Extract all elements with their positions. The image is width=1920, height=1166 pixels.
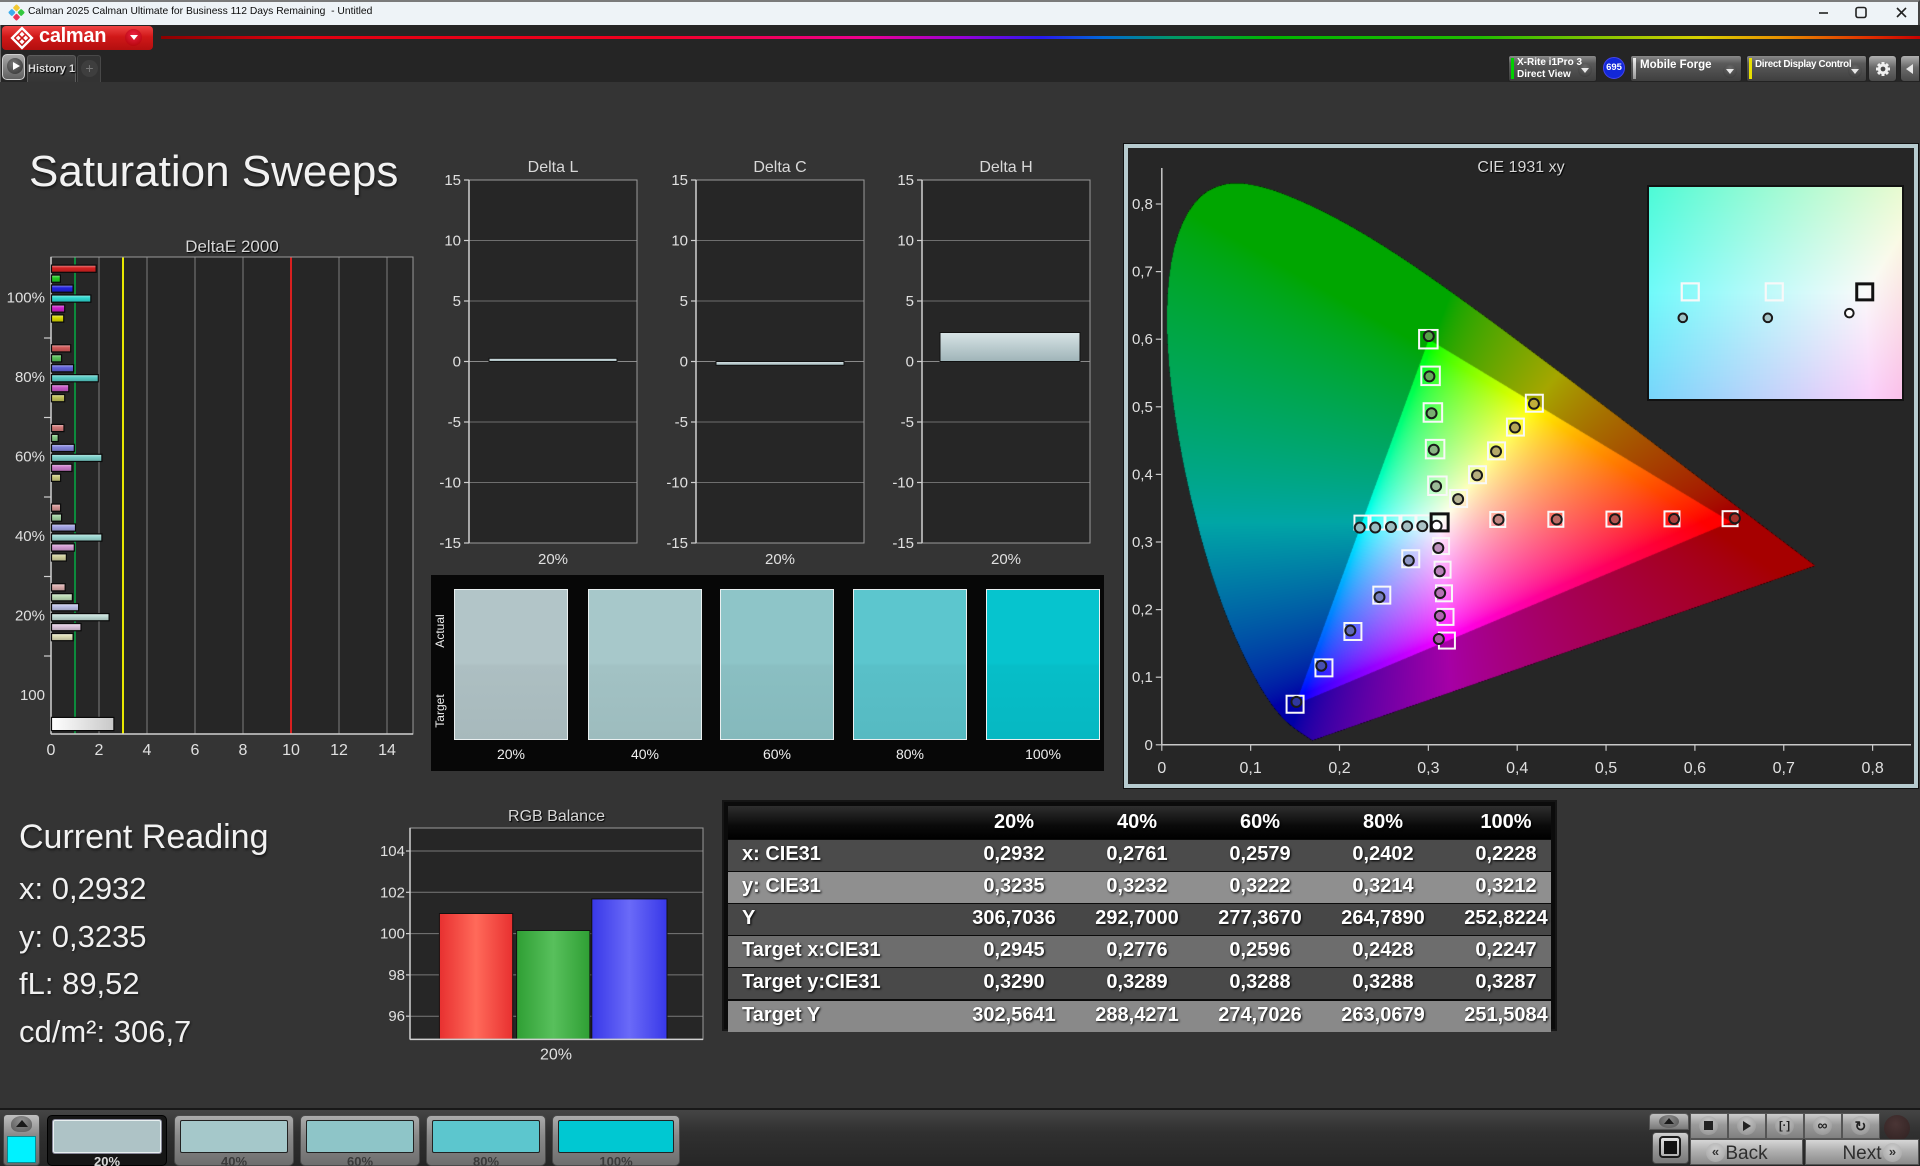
svg-text:100: 100 [380,926,405,943]
svg-text:Delta L: Delta L [528,160,579,176]
svg-text:0,1: 0,1 [1240,760,1262,777]
svg-text:14: 14 [378,742,396,759]
svg-text:0,2: 0,2 [1132,602,1153,619]
svg-text:0,5: 0,5 [1595,760,1617,777]
svg-text:0,2: 0,2 [1328,760,1350,777]
svg-text:0: 0 [680,354,688,371]
svg-text:Delta H: Delta H [979,160,1032,176]
svg-text:0: 0 [47,742,56,759]
svg-text:-5: -5 [901,414,914,431]
svg-text:2: 2 [95,742,104,759]
svg-text:0,5: 0,5 [1132,399,1153,416]
svg-text:15: 15 [671,172,688,189]
svg-text:0,7: 0,7 [1773,760,1795,777]
svg-text:10: 10 [444,233,461,250]
svg-text:-10: -10 [666,475,688,492]
svg-text:-15: -15 [892,535,914,552]
svg-text:10: 10 [282,742,300,759]
svg-text:10: 10 [671,233,688,250]
svg-text:5: 5 [453,293,461,310]
svg-text:10: 10 [897,233,914,250]
svg-text:Delta C: Delta C [753,160,806,176]
svg-text:100: 100 [20,687,45,704]
svg-text:0: 0 [1157,760,1166,777]
svg-text:0: 0 [906,354,914,371]
svg-text:98: 98 [388,967,405,984]
svg-text:0,7: 0,7 [1132,264,1153,281]
svg-text:5: 5 [680,293,688,310]
svg-text:102: 102 [380,884,405,901]
svg-text:-15: -15 [666,535,688,552]
svg-text:80%: 80% [15,369,45,386]
svg-text:96: 96 [388,1008,405,1025]
svg-text:15: 15 [444,172,461,189]
svg-text:20%: 20% [540,1046,572,1063]
svg-text:0,4: 0,4 [1506,760,1528,777]
svg-text:-5: -5 [448,414,461,431]
svg-text:-10: -10 [892,475,914,492]
svg-text:-10: -10 [440,475,461,492]
svg-text:-15: -15 [440,535,461,552]
svg-text:0,4: 0,4 [1132,466,1153,483]
svg-text:0,1: 0,1 [1132,669,1153,686]
svg-text:40%: 40% [15,528,45,545]
svg-text:5: 5 [906,293,914,310]
svg-text:0,6: 0,6 [1132,331,1153,348]
svg-text:-5: -5 [675,414,688,431]
svg-text:0,3: 0,3 [1132,534,1153,551]
svg-text:20%: 20% [765,551,795,568]
svg-text:12: 12 [330,742,348,759]
svg-text:8: 8 [239,742,248,759]
svg-text:0,8: 0,8 [1132,196,1153,213]
svg-text:4: 4 [143,742,152,759]
svg-text:100%: 100% [7,290,45,307]
svg-text:6: 6 [191,742,200,759]
svg-text:20%: 20% [15,608,45,625]
svg-text:20%: 20% [538,551,568,568]
svg-text:0,6: 0,6 [1684,760,1706,777]
svg-text:0,3: 0,3 [1417,760,1439,777]
svg-text:15: 15 [897,172,914,189]
svg-text:0: 0 [1144,737,1152,754]
svg-text:60%: 60% [15,449,45,466]
svg-text:104: 104 [380,843,405,860]
svg-text:0,8: 0,8 [1861,760,1883,777]
svg-text:20%: 20% [991,551,1021,568]
svg-text:0: 0 [453,354,461,371]
